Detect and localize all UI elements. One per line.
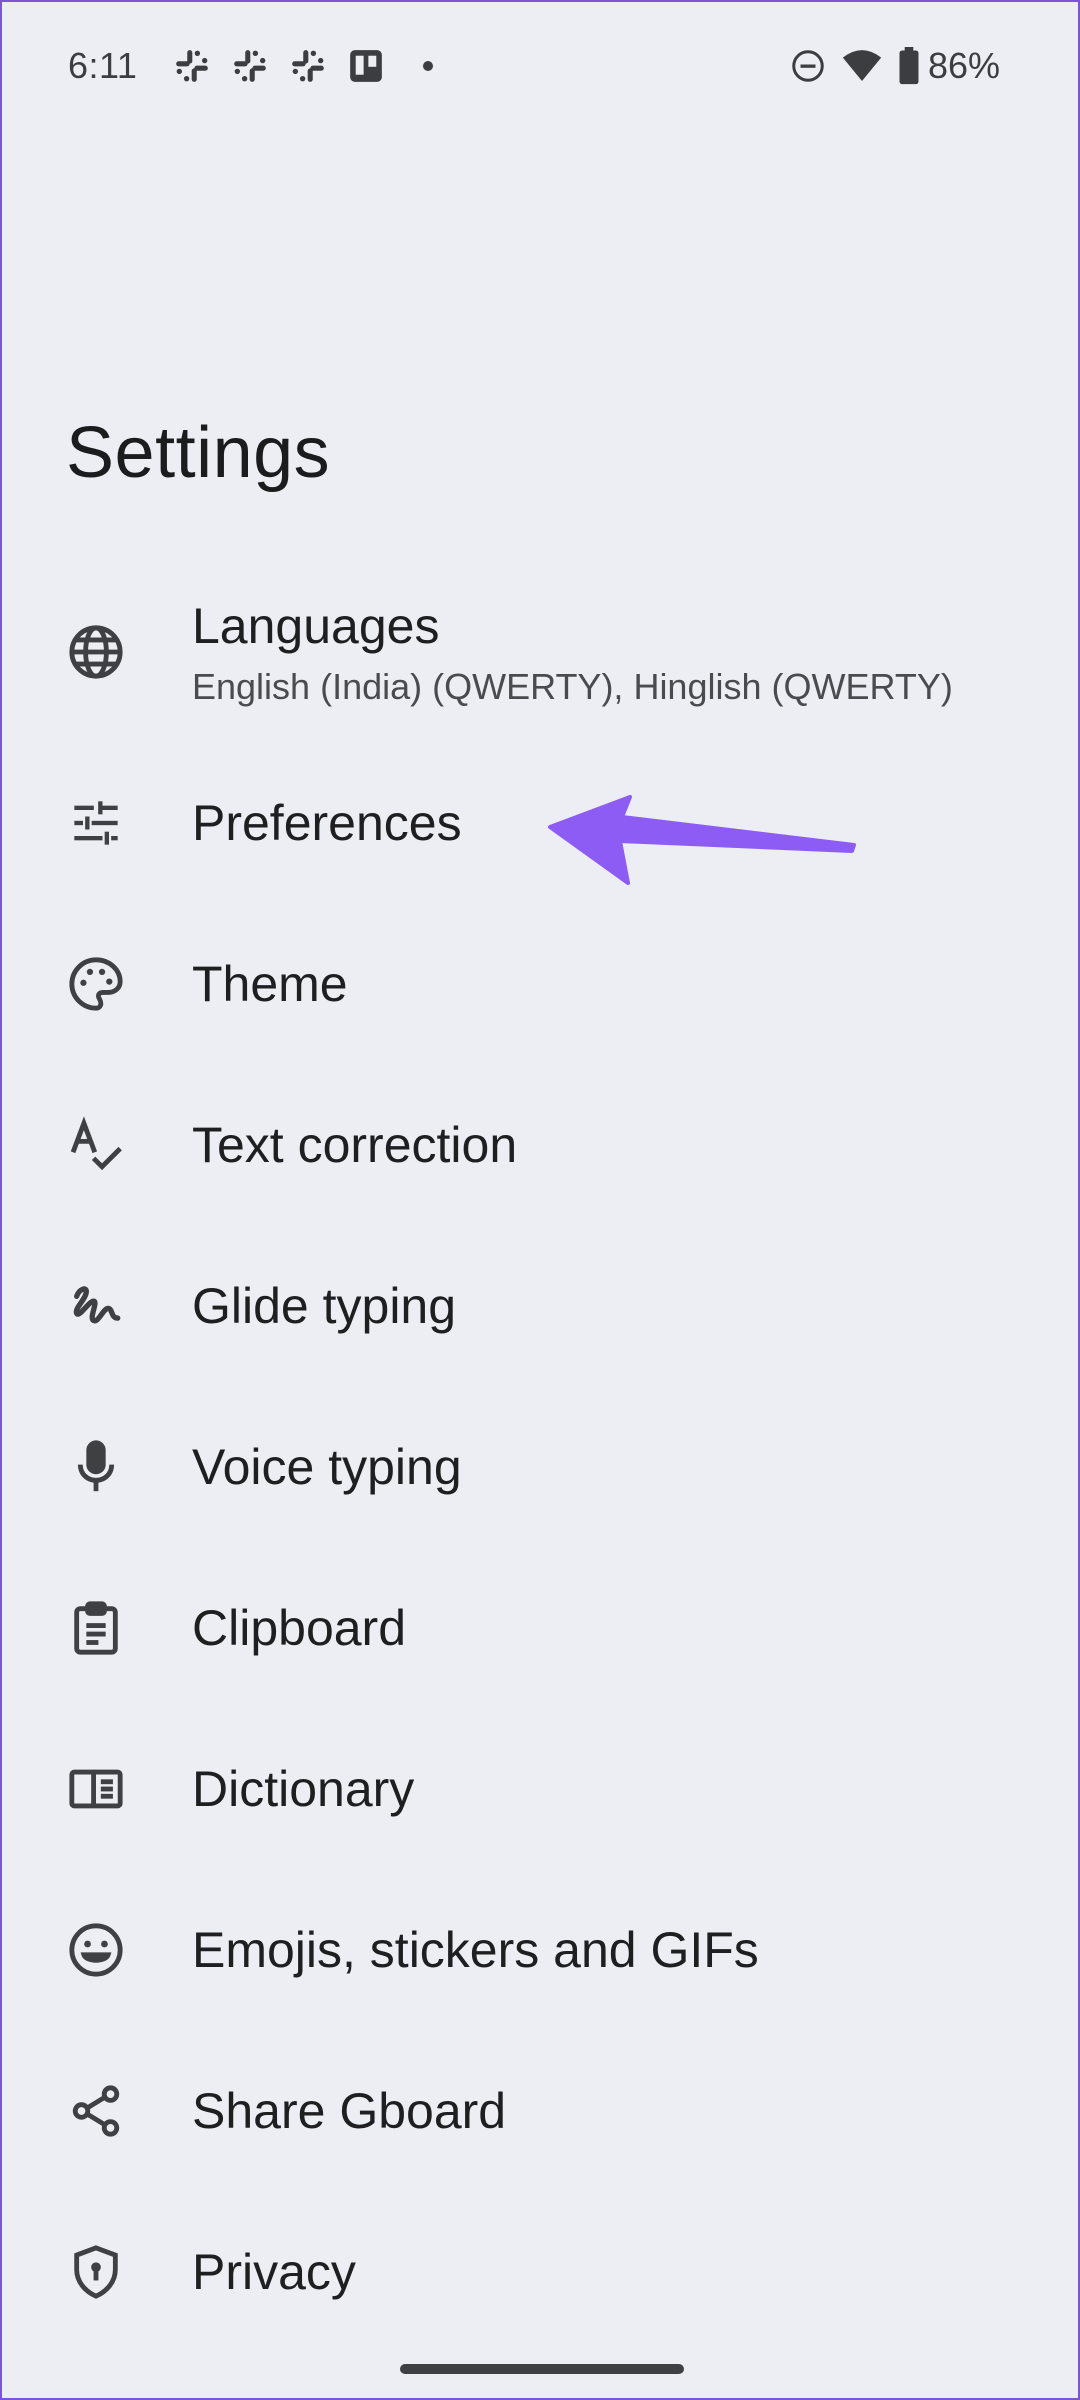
settings-item-clipboard[interactable]: Clipboard	[2, 1547, 1078, 1708]
page-title: Settings	[66, 413, 331, 493]
slack-icon	[176, 50, 209, 82]
emoji-icon	[66, 1920, 126, 1980]
mic-icon	[66, 1437, 126, 1497]
status-bar: 6:11 86%	[2, 2, 1078, 130]
palette-icon	[66, 954, 126, 1014]
trello-icon	[350, 50, 383, 82]
settings-item-label: Share Gboard	[192, 2082, 507, 2139]
settings-item-label: Preferences	[192, 794, 462, 851]
settings-item-emojis[interactable]: Emojis, stickers and GIFs	[2, 1869, 1078, 2030]
screen: 6:11 86% Settings Languages English (Ind…	[0, 0, 1080, 2400]
settings-item-voice-typing[interactable]: Voice typing	[2, 1386, 1078, 1547]
share-icon	[66, 2081, 126, 2141]
settings-item-label: Privacy	[192, 2243, 356, 2300]
settings-item-label: Languages	[192, 598, 440, 654]
more-notifications-dot	[423, 61, 434, 71]
battery-percent: 86%	[927, 45, 1000, 86]
spellcheck-icon	[66, 1115, 126, 1175]
settings-item-label: Voice typing	[192, 1438, 462, 1495]
annotation-arrow-icon	[548, 795, 856, 885]
settings-item-glide-typing[interactable]: Glide typing	[2, 1225, 1078, 1386]
status-right: 86%	[774, 45, 1000, 87]
settings-item-theme[interactable]: Theme	[2, 903, 1078, 1064]
gesture-nav-handle[interactable]	[400, 2364, 684, 2374]
settings-item-text-correction[interactable]: Text correction	[2, 1064, 1078, 1225]
settings-item-label: Theme	[192, 955, 348, 1012]
status-left: 6:11	[68, 45, 434, 87]
wifi-icon	[842, 50, 882, 81]
settings-item-label: Clipboard	[192, 1599, 407, 1656]
settings-item-share-gboard[interactable]: Share Gboard	[2, 2030, 1078, 2191]
settings-item-label: Glide typing	[192, 1277, 457, 1334]
settings-item-label: Text correction	[192, 1116, 518, 1173]
slack-icon	[292, 50, 325, 82]
settings-list: Languages English (India) (QWERTY), Hing…	[2, 562, 1078, 2352]
settings-item-privacy[interactable]: Privacy	[2, 2191, 1078, 2352]
gesture-icon	[66, 1276, 126, 1336]
privacy-icon	[66, 2242, 126, 2302]
settings-item-label: Dictionary	[192, 1760, 415, 1817]
slack-icon	[234, 50, 267, 82]
dictionary-icon	[66, 1759, 126, 1819]
tune-icon	[66, 793, 126, 853]
settings-item-sublabel: English (India) (QWERTY), Hinglish (QWER…	[192, 666, 953, 707]
clipboard-icon	[66, 1598, 126, 1658]
dnd-icon	[792, 50, 824, 82]
settings-item-languages[interactable]: Languages English (India) (QWERTY), Hing…	[2, 562, 1078, 742]
settings-item-label: Emojis, stickers and GIFs	[192, 1921, 759, 1978]
clock: 6:11	[68, 45, 138, 86]
settings-item-dictionary[interactable]: Dictionary	[2, 1708, 1078, 1869]
battery-icon	[899, 47, 919, 85]
settings-item-preferences[interactable]: Preferences	[2, 742, 1078, 903]
globe-icon	[66, 622, 126, 682]
